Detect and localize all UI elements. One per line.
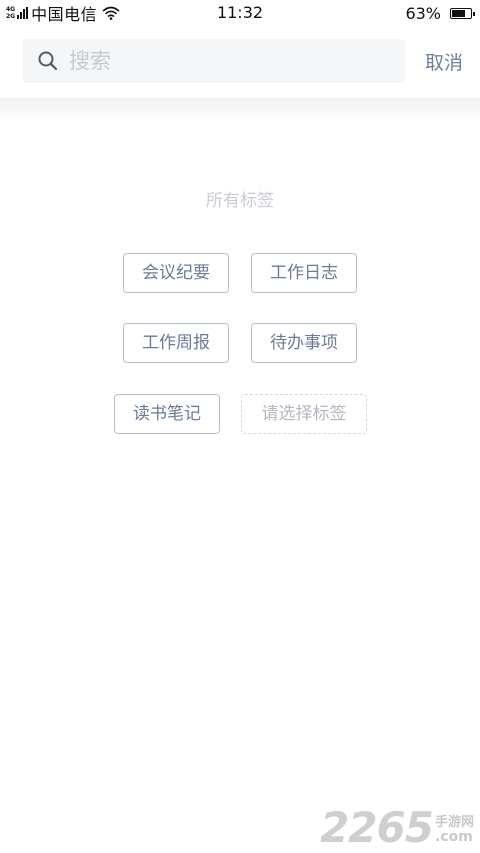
tag-weekly-report[interactable]: 工作周报 — [123, 323, 229, 363]
status-right: 63% — [405, 3, 475, 23]
search-box[interactable] — [22, 39, 405, 83]
watermark-logo: 2265 手游网 .com — [320, 807, 474, 849]
battery-cap — [473, 11, 475, 16]
tag-meeting-minutes[interactable]: 会议纪要 — [123, 253, 229, 293]
app-screen: 4G 2G 中国电信 11:32 63% 搜索 取消 所有标签 会议纪要 工作日… — [0, 0, 480, 853]
watermark-number: 2265 — [320, 803, 434, 852]
tag-todo-items[interactable]: 待办事项 — [251, 323, 357, 363]
header-shadow — [0, 98, 480, 122]
watermark-site: 手游网 — [434, 815, 474, 830]
cancel-button[interactable]: 取消 — [425, 48, 463, 75]
tag-work-log[interactable]: 工作日志 — [251, 253, 357, 293]
status-bar: 4G 2G 中国电信 11:32 63% — [0, 0, 480, 26]
battery-level-fill — [452, 9, 465, 17]
battery-percent: 63% — [405, 3, 441, 23]
battery-icon — [450, 7, 475, 19]
select-tag-button[interactable]: 请选择标签 — [241, 394, 367, 434]
search-input[interactable] — [69, 49, 405, 73]
search-header: 取消 — [0, 26, 480, 98]
watermark-side: 手游网 .com — [435, 815, 474, 845]
section-title: 所有标签 — [206, 191, 274, 211]
tag-reading-notes[interactable]: 读书笔记 — [114, 394, 220, 434]
watermark-suffix: .com — [434, 829, 473, 845]
search-icon — [38, 51, 58, 71]
